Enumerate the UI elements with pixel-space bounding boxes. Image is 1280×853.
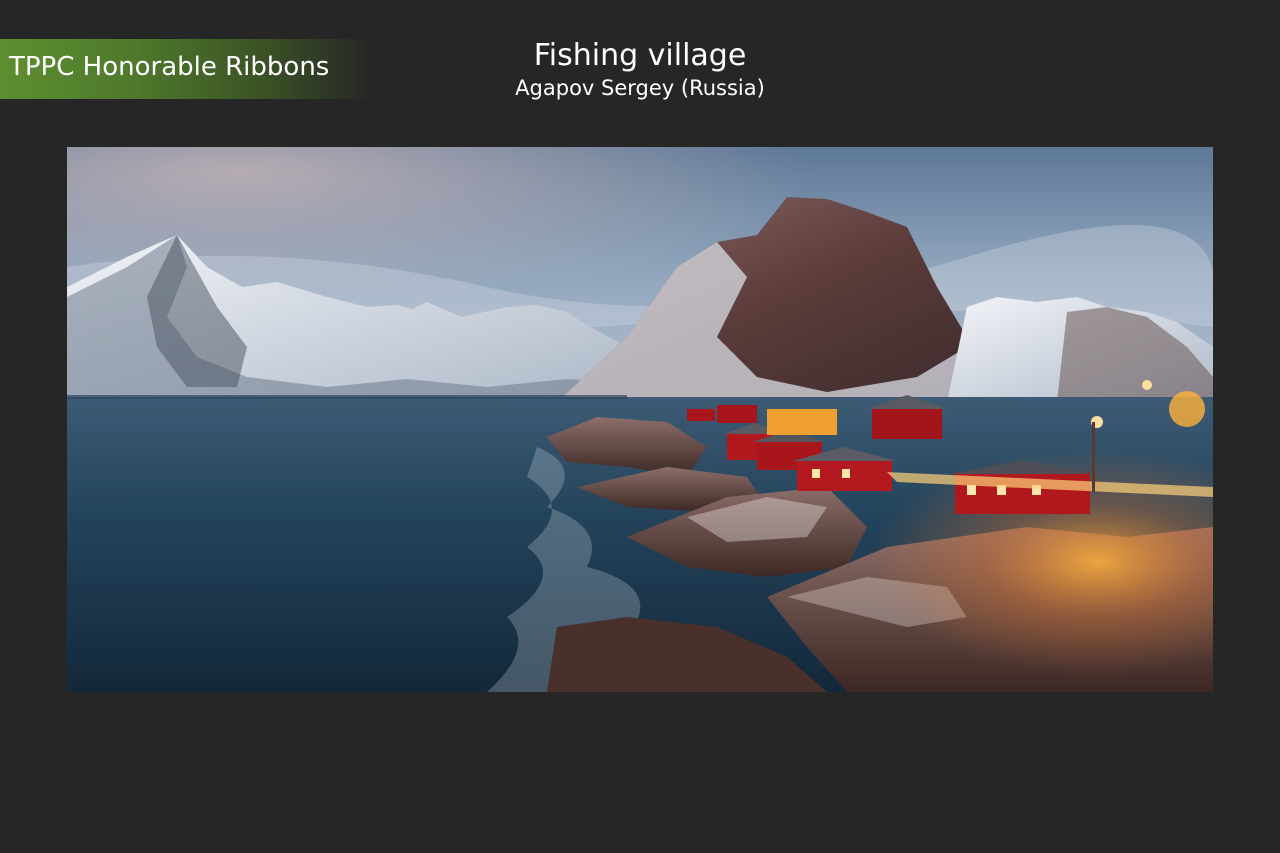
honorable-ribbon-banner: TPPC Honorable Ribbons xyxy=(0,39,372,99)
photo-author: Agapov Sergey (Russia) xyxy=(515,76,765,100)
photo-image xyxy=(67,147,1213,692)
landscape-illustration xyxy=(67,147,1213,692)
photo-title: Fishing village xyxy=(533,38,747,73)
ribbon-label: TPPC Honorable Ribbons xyxy=(9,52,330,82)
photo-caption: Fishing village Agapov Sergey (Russia) xyxy=(440,38,840,102)
slide: TPPC Honorable Ribbons Fishing village A… xyxy=(0,0,1280,853)
